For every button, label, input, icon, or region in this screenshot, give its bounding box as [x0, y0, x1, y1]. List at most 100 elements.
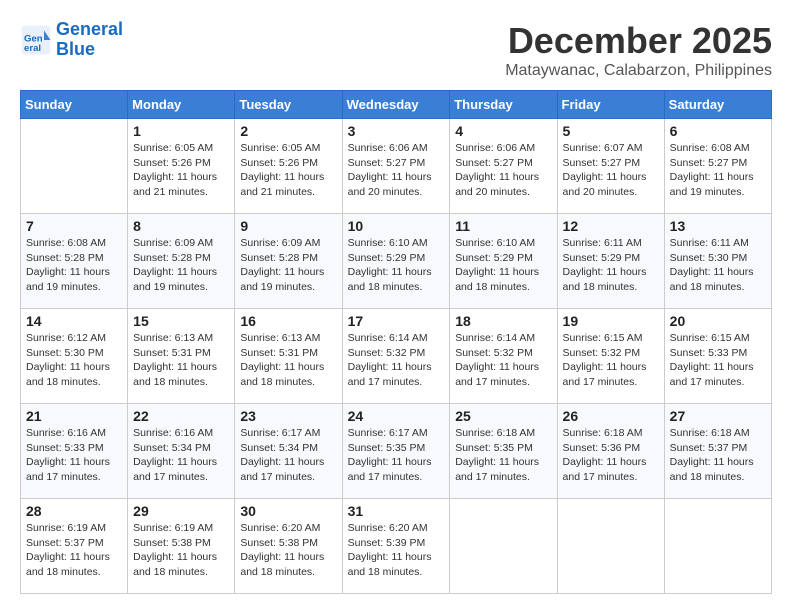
- calendar-cell: 27 Sunrise: 6:18 AMSunset: 5:37 PMDayligh…: [664, 404, 771, 499]
- day-info: Sunrise: 6:17 AMSunset: 5:35 PMDaylight:…: [348, 426, 445, 485]
- calendar-cell: 15 Sunrise: 6:13 AMSunset: 5:31 PMDayligh…: [128, 309, 235, 404]
- weekday-header-sunday: Sunday: [21, 91, 128, 119]
- day-number: 5: [563, 123, 659, 139]
- day-number: 26: [563, 408, 659, 424]
- calendar-cell: 10 Sunrise: 6:10 AMSunset: 5:29 PMDayligh…: [342, 214, 450, 309]
- calendar-cell: 18 Sunrise: 6:14 AMSunset: 5:32 PMDayligh…: [450, 309, 557, 404]
- svg-text:eral: eral: [24, 43, 41, 54]
- calendar-cell: 29Sunrise: 6:19 AMSunset: 5:38 PMDayligh…: [128, 499, 235, 594]
- calendar-table: SundayMondayTuesdayWednesdayThursdayFrid…: [20, 90, 772, 594]
- calendar-cell: 20 Sunrise: 6:15 AMSunset: 5:33 PMDayligh…: [664, 309, 771, 404]
- day-number: 9: [240, 218, 336, 234]
- calendar-cell: 17Sunrise: 6:14 AMSunset: 5:32 PMDayligh…: [342, 309, 450, 404]
- day-info: Sunrise: 6:18 AMSunset: 5:36 PMDaylight:…: [563, 426, 659, 485]
- day-info: Sunrise: 6:09 AMSunset: 5:28 PMDaylight:…: [240, 236, 336, 295]
- calendar-cell: 7 Sunrise: 6:08 AMSunset: 5:28 PMDaylight…: [21, 214, 128, 309]
- day-number: 2: [240, 123, 336, 139]
- day-number: 19: [563, 313, 659, 329]
- day-info: Sunrise: 6:18 AMSunset: 5:37 PMDaylight:…: [670, 426, 766, 485]
- day-info: Sunrise: 6:07 AMSunset: 5:27 PMDaylight:…: [563, 141, 659, 200]
- weekday-header-monday: Monday: [128, 91, 235, 119]
- calendar-cell: 13 Sunrise: 6:11 AMSunset: 5:30 PMDayligh…: [664, 214, 771, 309]
- calendar-cell: 2 Sunrise: 6:05 AMSunset: 5:26 PMDaylight…: [235, 119, 342, 214]
- calendar-cell: 4Sunrise: 6:06 AMSunset: 5:27 PMDaylight…: [450, 119, 557, 214]
- location-title: Mataywanac, Calabarzon, Philippines: [505, 62, 772, 80]
- calendar-cell: 14 Sunrise: 6:12 AMSunset: 5:30 PMDayligh…: [21, 309, 128, 404]
- title-area: December 2025 Mataywanac, Calabarzon, Ph…: [505, 20, 772, 80]
- logo-icon: Gen eral: [20, 24, 52, 56]
- calendar-week-1: 1 Sunrise: 6:05 AMSunset: 5:26 PMDaylight…: [21, 119, 772, 214]
- weekday-header-saturday: Saturday: [664, 91, 771, 119]
- weekday-header-friday: Friday: [557, 91, 664, 119]
- day-info: Sunrise: 6:06 AMSunset: 5:27 PMDaylight:…: [348, 141, 445, 200]
- calendar-week-4: 21Sunrise: 6:16 AMSunset: 5:33 PMDayligh…: [21, 404, 772, 499]
- day-info: Sunrise: 6:16 AMSunset: 5:34 PMDaylight:…: [133, 426, 229, 485]
- day-info: Sunrise: 6:11 AMSunset: 5:29 PMDaylight:…: [563, 236, 659, 295]
- day-number: 24: [348, 408, 445, 424]
- day-number: 15: [133, 313, 229, 329]
- weekday-header-tuesday: Tuesday: [235, 91, 342, 119]
- logo: Gen eral GeneralBlue: [20, 20, 123, 60]
- day-info: Sunrise: 6:10 AMSunset: 5:29 PMDaylight:…: [348, 236, 445, 295]
- calendar-cell: 30Sunrise: 6:20 AMSunset: 5:38 PMDayligh…: [235, 499, 342, 594]
- day-info: Sunrise: 6:13 AMSunset: 5:31 PMDaylight:…: [240, 331, 336, 390]
- day-number: 25: [455, 408, 551, 424]
- day-number: 3: [348, 123, 445, 139]
- day-info: Sunrise: 6:16 AMSunset: 5:33 PMDaylight:…: [26, 426, 122, 485]
- day-number: 12: [563, 218, 659, 234]
- calendar-cell: 11Sunrise: 6:10 AMSunset: 5:29 PMDayligh…: [450, 214, 557, 309]
- day-number: 10: [348, 218, 445, 234]
- calendar-cell: 16 Sunrise: 6:13 AMSunset: 5:31 PMDayligh…: [235, 309, 342, 404]
- calendar-cell: 28 Sunrise: 6:19 AMSunset: 5:37 PMDayligh…: [21, 499, 128, 594]
- calendar-cell: 22 Sunrise: 6:16 AMSunset: 5:34 PMDayligh…: [128, 404, 235, 499]
- calendar-cell: 21Sunrise: 6:16 AMSunset: 5:33 PMDayligh…: [21, 404, 128, 499]
- calendar-cell: 24 Sunrise: 6:17 AMSunset: 5:35 PMDayligh…: [342, 404, 450, 499]
- day-number: 23: [240, 408, 336, 424]
- day-number: 4: [455, 123, 551, 139]
- day-info: Sunrise: 6:05 AMSunset: 5:26 PMDaylight:…: [240, 141, 336, 200]
- calendar-cell: [557, 499, 664, 594]
- calendar-cell: 25Sunrise: 6:18 AMSunset: 5:35 PMDayligh…: [450, 404, 557, 499]
- day-info: Sunrise: 6:14 AMSunset: 5:32 PMDaylight:…: [455, 331, 551, 390]
- calendar-cell: 5 Sunrise: 6:07 AMSunset: 5:27 PMDaylight…: [557, 119, 664, 214]
- day-info: Sunrise: 6:20 AMSunset: 5:39 PMDaylight:…: [348, 521, 445, 580]
- day-number: 17: [348, 313, 445, 329]
- day-number: 20: [670, 313, 766, 329]
- calendar-week-3: 14 Sunrise: 6:12 AMSunset: 5:30 PMDayligh…: [21, 309, 772, 404]
- calendar-cell: 19 Sunrise: 6:15 AMSunset: 5:32 PMDayligh…: [557, 309, 664, 404]
- day-info: Sunrise: 6:11 AMSunset: 5:30 PMDaylight:…: [670, 236, 766, 295]
- day-number: 7: [26, 218, 122, 234]
- day-info: Sunrise: 6:08 AMSunset: 5:28 PMDaylight:…: [26, 236, 122, 295]
- calendar-cell: 12 Sunrise: 6:11 AMSunset: 5:29 PMDayligh…: [557, 214, 664, 309]
- day-info: Sunrise: 6:15 AMSunset: 5:33 PMDaylight:…: [670, 331, 766, 390]
- day-number: 11: [455, 218, 551, 234]
- day-number: 27: [670, 408, 766, 424]
- calendar-cell: 1 Sunrise: 6:05 AMSunset: 5:26 PMDaylight…: [128, 119, 235, 214]
- day-info: Sunrise: 6:05 AMSunset: 5:26 PMDaylight:…: [133, 141, 229, 200]
- day-info: Sunrise: 6:19 AMSunset: 5:37 PMDaylight:…: [26, 521, 122, 580]
- day-info: Sunrise: 6:15 AMSunset: 5:32 PMDaylight:…: [563, 331, 659, 390]
- day-number: 22: [133, 408, 229, 424]
- day-number: 6: [670, 123, 766, 139]
- calendar-cell: [450, 499, 557, 594]
- calendar-cell: [21, 119, 128, 214]
- day-number: 29: [133, 503, 229, 519]
- day-number: 18: [455, 313, 551, 329]
- day-number: 14: [26, 313, 122, 329]
- calendar-cell: 8Sunrise: 6:09 AMSunset: 5:28 PMDaylight…: [128, 214, 235, 309]
- weekday-header-row: SundayMondayTuesdayWednesdayThursdayFrid…: [21, 91, 772, 119]
- day-number: 16: [240, 313, 336, 329]
- calendar-cell: 3 Sunrise: 6:06 AMSunset: 5:27 PMDaylight…: [342, 119, 450, 214]
- day-number: 13: [670, 218, 766, 234]
- calendar-cell: 26 Sunrise: 6:18 AMSunset: 5:36 PMDayligh…: [557, 404, 664, 499]
- weekday-header-thursday: Thursday: [450, 91, 557, 119]
- day-number: 28: [26, 503, 122, 519]
- calendar-cell: 9 Sunrise: 6:09 AMSunset: 5:28 PMDaylight…: [235, 214, 342, 309]
- calendar-cell: 6 Sunrise: 6:08 AMSunset: 5:27 PMDaylight…: [664, 119, 771, 214]
- day-info: Sunrise: 6:08 AMSunset: 5:27 PMDaylight:…: [670, 141, 766, 200]
- calendar-cell: [664, 499, 771, 594]
- page-header: Gen eral GeneralBlue December 2025 Matay…: [20, 20, 772, 80]
- day-info: Sunrise: 6:13 AMSunset: 5:31 PMDaylight:…: [133, 331, 229, 390]
- day-info: Sunrise: 6:12 AMSunset: 5:30 PMDaylight:…: [26, 331, 122, 390]
- day-number: 1: [133, 123, 229, 139]
